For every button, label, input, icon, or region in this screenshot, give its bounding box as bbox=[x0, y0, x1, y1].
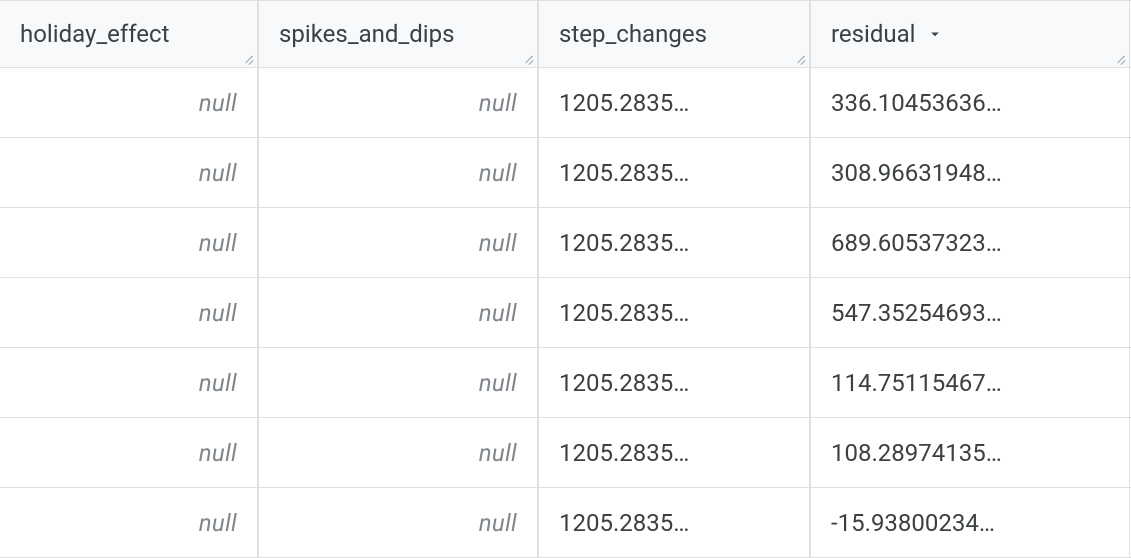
cell-value: 1205.2835… bbox=[559, 299, 689, 327]
resize-handle-icon[interactable] bbox=[791, 49, 807, 65]
cell-value: null bbox=[479, 159, 517, 187]
cell-value: 1205.2835… bbox=[559, 369, 689, 397]
cell-value: null bbox=[479, 369, 517, 397]
column-header-label: step_changes bbox=[559, 20, 707, 48]
cell-holiday-effect: null bbox=[0, 348, 258, 417]
cell-residual: 547.35254693… bbox=[810, 278, 1130, 347]
cell-holiday-effect: null bbox=[0, 68, 258, 137]
column-header-holiday-effect[interactable]: holiday_effect bbox=[0, 1, 258, 67]
cell-value: 689.60537323… bbox=[831, 229, 1002, 257]
cell-holiday-effect: null bbox=[0, 208, 258, 277]
cell-step-changes: 1205.2835… bbox=[538, 208, 810, 277]
table-header-row: holiday_effect spikes_and_dips step_chan… bbox=[0, 0, 1131, 68]
column-header-spikes-and-dips[interactable]: spikes_and_dips bbox=[258, 1, 538, 67]
cell-spikes-and-dips: null bbox=[258, 138, 538, 207]
cell-value: null bbox=[199, 89, 237, 117]
column-header-residual[interactable]: residual bbox=[810, 1, 1130, 67]
cell-holiday-effect: null bbox=[0, 418, 258, 487]
cell-step-changes: 1205.2835… bbox=[538, 418, 810, 487]
cell-step-changes: 1205.2835… bbox=[538, 278, 810, 347]
cell-holiday-effect: null bbox=[0, 278, 258, 347]
table-row: null null 1205.2835… 336.10453636… bbox=[0, 68, 1131, 138]
sort-descending-icon bbox=[926, 25, 944, 43]
cell-value: null bbox=[479, 299, 517, 327]
cell-value: null bbox=[479, 229, 517, 257]
cell-value: null bbox=[199, 369, 237, 397]
cell-residual: 308.96631948… bbox=[810, 138, 1130, 207]
cell-value: null bbox=[199, 299, 237, 327]
column-header-label: spikes_and_dips bbox=[279, 20, 454, 48]
table-row: null null 1205.2835… 114.75115467… bbox=[0, 348, 1131, 418]
cell-step-changes: 1205.2835… bbox=[538, 138, 810, 207]
cell-value: null bbox=[479, 439, 517, 467]
cell-value: 1205.2835… bbox=[559, 89, 689, 117]
cell-value: null bbox=[199, 229, 237, 257]
cell-value: 114.75115467… bbox=[831, 369, 1002, 397]
cell-value: null bbox=[479, 509, 517, 537]
cell-residual: 108.28974135… bbox=[810, 418, 1130, 487]
resize-handle-icon[interactable] bbox=[519, 49, 535, 65]
column-header-label: holiday_effect bbox=[20, 20, 169, 48]
table-row: null null 1205.2835… 308.96631948… bbox=[0, 138, 1131, 208]
column-header-label: residual bbox=[831, 20, 916, 48]
column-header-step-changes[interactable]: step_changes bbox=[538, 1, 810, 67]
cell-value: null bbox=[199, 509, 237, 537]
cell-spikes-and-dips: null bbox=[258, 278, 538, 347]
cell-value: 547.35254693… bbox=[831, 299, 1002, 327]
resize-handle-icon[interactable] bbox=[1111, 49, 1127, 65]
cell-spikes-and-dips: null bbox=[258, 208, 538, 277]
cell-value: 1205.2835… bbox=[559, 159, 689, 187]
cell-step-changes: 1205.2835… bbox=[538, 68, 810, 137]
cell-residual: 114.75115467… bbox=[810, 348, 1130, 417]
cell-spikes-and-dips: null bbox=[258, 418, 538, 487]
resize-handle-icon[interactable] bbox=[239, 49, 255, 65]
table-row: null null 1205.2835… -15.93800234… bbox=[0, 488, 1131, 558]
cell-spikes-and-dips: null bbox=[258, 348, 538, 417]
cell-residual: 689.60537323… bbox=[810, 208, 1130, 277]
table-row: null null 1205.2835… 108.28974135… bbox=[0, 418, 1131, 488]
cell-value: 1205.2835… bbox=[559, 509, 689, 537]
cell-value: 108.28974135… bbox=[831, 439, 1002, 467]
cell-value: null bbox=[199, 159, 237, 187]
results-table: holiday_effect spikes_and_dips step_chan… bbox=[0, 0, 1131, 558]
cell-value: null bbox=[199, 439, 237, 467]
cell-residual: -15.93800234… bbox=[810, 488, 1130, 557]
cell-residual: 336.10453636… bbox=[810, 68, 1130, 137]
cell-step-changes: 1205.2835… bbox=[538, 348, 810, 417]
cell-holiday-effect: null bbox=[0, 138, 258, 207]
cell-holiday-effect: null bbox=[0, 488, 258, 557]
cell-value: -15.93800234… bbox=[831, 509, 995, 537]
table-row: null null 1205.2835… 689.60537323… bbox=[0, 208, 1131, 278]
table-row: null null 1205.2835… 547.35254693… bbox=[0, 278, 1131, 348]
cell-step-changes: 1205.2835… bbox=[538, 488, 810, 557]
cell-value: 336.10453636… bbox=[831, 89, 1002, 117]
cell-value: 308.96631948… bbox=[831, 159, 1002, 187]
cell-spikes-and-dips: null bbox=[258, 488, 538, 557]
cell-value: null bbox=[479, 89, 517, 117]
cell-value: 1205.2835… bbox=[559, 229, 689, 257]
cell-spikes-and-dips: null bbox=[258, 68, 538, 137]
cell-value: 1205.2835… bbox=[559, 439, 689, 467]
